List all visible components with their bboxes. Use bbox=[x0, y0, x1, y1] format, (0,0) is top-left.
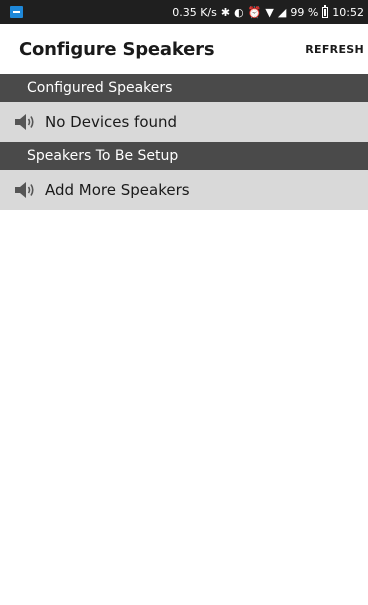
battery-percent: 99 % bbox=[290, 5, 319, 19]
refresh-button[interactable]: REFRESH bbox=[305, 43, 364, 56]
status-bar: 0.35 K/s ✱ ◐ ⏰ ▼ ◢ 99 % 10:52 bbox=[0, 0, 368, 24]
list-item-label: Add More Speakers bbox=[45, 181, 190, 199]
vibrate-icon: ◐ bbox=[234, 5, 244, 19]
battery-icon bbox=[322, 4, 329, 18]
section-header-to-setup: Speakers To Be Setup bbox=[0, 142, 368, 170]
speaker-icon bbox=[14, 181, 36, 199]
network-speed: 0.35 K/s bbox=[172, 5, 217, 19]
add-more-speakers-button[interactable]: Add More Speakers bbox=[0, 170, 368, 210]
status-indicators: 0.35 K/s ✱ ◐ ⏰ ▼ ◢ 99 % 10:52 bbox=[172, 4, 364, 19]
section-header-configured: Configured Speakers bbox=[0, 74, 368, 102]
list-item-label: No Devices found bbox=[45, 113, 178, 131]
wifi-icon: ▼ bbox=[265, 5, 274, 19]
app-notification-icon bbox=[10, 6, 23, 18]
clock: 10:52 bbox=[332, 5, 364, 19]
list-item-no-devices[interactable]: No Devices found bbox=[0, 102, 368, 142]
bluetooth-icon: ✱ bbox=[220, 5, 231, 19]
page-title: Configure Speakers bbox=[19, 38, 215, 60]
app-bar: Configure Speakers REFRESH bbox=[0, 24, 368, 74]
alarm-icon: ⏰ bbox=[247, 5, 262, 19]
signal-icon: ◢ bbox=[277, 5, 287, 19]
speaker-icon bbox=[14, 113, 36, 131]
